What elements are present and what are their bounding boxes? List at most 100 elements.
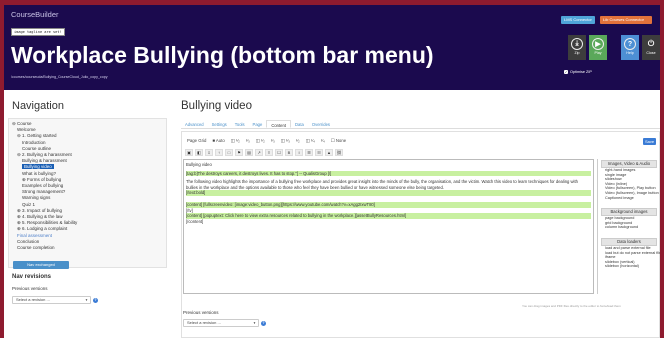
snippet-group-heading: Images, Video & Audio (601, 160, 657, 168)
page-title: Workplace Bullying (bottom bar menu) (11, 42, 434, 68)
tree-item-label: Strong management? (22, 189, 66, 195)
editor-toolbar: ▣ ◧ ⇩ ↑ □ ⚑ ▤ ↗ ≡ ☐ B I ☰ ☷ ▲ ⛓ (185, 149, 343, 156)
toolbar-button[interactable]: ☷ (315, 149, 323, 156)
tree-item-label: Warning signs (22, 195, 51, 201)
snippet-item[interactable]: Captioned image (598, 196, 660, 201)
toolbar-button[interactable]: ◧ (195, 149, 203, 156)
layout-option[interactable]: ¹⁄₃ (246, 138, 250, 144)
course-path[interactable]: /courses/courseuda/Bullying_CourseCloud_… (11, 75, 108, 79)
layout-option[interactable]: ◫ ¹⁄₂ (231, 138, 240, 144)
previous-versions-label: Previous versions (12, 286, 48, 291)
editor-line: Bullying video (186, 162, 212, 167)
tree-item-label: Welcome (17, 127, 36, 133)
tree-item-label: Conclusion (17, 238, 40, 244)
snippet-item[interactable]: column background (598, 225, 660, 230)
navigation-tree[interactable]: ⊖ Course Welcome ⊖ 1. Getting started Intro… (8, 118, 167, 268)
app-frame: CourseBuilder image tagline are set! Wor… (4, 5, 660, 338)
tab-advanced[interactable]: Advanced (181, 120, 208, 128)
tree-item-label: Quiz 1 (22, 201, 36, 207)
help-button[interactable]: ? Help (621, 35, 639, 60)
tree-item-label: Course completion (17, 245, 55, 251)
toolbar-button[interactable]: ⛓ (335, 149, 343, 156)
tree-item[interactable]: Course completion (12, 245, 163, 251)
tab-data[interactable]: Data (291, 120, 308, 128)
layout-option[interactable]: ☐ None (331, 138, 346, 144)
layout-options: Page Grid ■ Auto ◫ ¹⁄₂ ¹⁄₃ ◫ ¹⁄₂ ¹⁄₃ ◫ ¹⁄₃ ¹⁄₂ ◫… (187, 138, 346, 144)
brand-logo: CourseBuilder (11, 10, 59, 19)
snippet-item[interactable]: slidebox (horizontal) (598, 264, 660, 269)
toolbar-button[interactable]: ☐ (275, 149, 283, 156)
tab-tools[interactable]: Tools (231, 120, 249, 128)
tree-item-label: ⊖ 1. Getting started (17, 133, 57, 139)
header: CourseBuilder image tagline are set! Wor… (4, 5, 660, 90)
save-button[interactable]: Save (643, 138, 656, 145)
power-icon: ⏻ (647, 39, 655, 48)
snippet-item[interactable]: Video (fullscreen), Image button (598, 191, 660, 196)
tree-item-label: Final assessment (17, 232, 53, 238)
toolbar-button[interactable]: ≡ (265, 149, 273, 156)
layout-option[interactable]: ◫ ¹⁄₄ (306, 138, 315, 144)
zip-label: Zip (574, 51, 580, 55)
drop-note: You can drag images and PDF files direct… (522, 304, 621, 308)
tree-item-label: Bullying & harassment (22, 158, 67, 164)
toolbar-button[interactable]: □ (225, 149, 233, 156)
tab-settings[interactable]: Settings (208, 120, 231, 128)
previous-versions-label: Previous versions (183, 310, 219, 315)
tree-item-label: ⊕ 6. Lodging a complaint (17, 226, 68, 232)
tab-content[interactable]: Content (266, 120, 291, 128)
toolbar-button[interactable]: ☰ (305, 149, 313, 156)
help-icon[interactable]: ? (93, 298, 98, 303)
layout-option[interactable]: ■ Auto (212, 138, 224, 144)
layout-option[interactable]: ¹⁄₃ (271, 138, 275, 144)
layout-option[interactable]: ◫ ¹⁄₃ (281, 138, 290, 144)
tree-item-label: Examples of bullying (22, 183, 64, 189)
layout-option[interactable]: ◫ ¹⁄₂ (256, 138, 265, 144)
tree-item-label: Bullying video (22, 164, 54, 170)
toolbar-button[interactable]: B (285, 149, 293, 156)
tree-item-label: Introduction (22, 139, 46, 145)
nav-exchanged-button[interactable]: Nav exchanged (13, 261, 69, 269)
lms-connector-button[interactable]: LMS Connector (561, 16, 595, 24)
layout-option[interactable]: ¹⁄₂ (296, 138, 300, 144)
nav-revision-select-value: Select a revision ... (16, 297, 50, 302)
editor-tabs: Advanced Settings Tools Page Content Data Over… (181, 120, 660, 129)
snippets-sidebar: Images, Video & Audio right-hand images si… (597, 159, 660, 294)
tab-overrides[interactable]: Overrides (308, 120, 334, 128)
toolbar-button[interactable]: ▲ (325, 149, 333, 156)
nav-revisions-heading: Nav revisions (12, 274, 52, 280)
checkbox-icon[interactable]: ✓ (564, 70, 568, 74)
toolbar-button[interactable]: ▣ (185, 149, 193, 156)
toolbar-button[interactable]: ⚑ (235, 149, 243, 156)
tree-item-label: ⊖ Course (12, 121, 32, 126)
play-button[interactable]: ▶ Play (589, 35, 607, 60)
section-title: Bullying video (181, 100, 252, 112)
courses-connector-button[interactable]: Lib Courses Connector (600, 16, 652, 24)
toolbar-button[interactable]: ▤ (245, 149, 253, 156)
layout-option[interactable]: Page Grid (187, 138, 206, 144)
editor-line: [/content] (186, 218, 204, 224)
toolbar-button[interactable]: I (295, 149, 303, 156)
toolbar-button[interactable]: ↑ (215, 149, 223, 156)
play-label: Play (594, 51, 602, 55)
close-button[interactable]: ⏻ Close (642, 35, 660, 60)
optimise-zip-toggle[interactable]: ✓ Optimise ZIP (564, 70, 592, 74)
snippet-group-heading: Data loaders (601, 237, 657, 246)
content-editor[interactable]: Bullying video [tag:b]The destroys caree… (183, 159, 594, 294)
layout-option[interactable]: ¹⁄₄ (321, 138, 325, 144)
toolbar-button[interactable]: ↗ (255, 149, 263, 156)
tree-item-label: ⊕ 3. Impact of bullying (17, 207, 63, 213)
content-revision-select-value: Select a revision ... (187, 320, 221, 325)
close-label: Close (646, 51, 656, 55)
help-icon[interactable]: ? (261, 321, 266, 326)
tab-page[interactable]: Page (249, 120, 267, 128)
tree-item-label: What is bullying? (22, 170, 57, 176)
nav-revision-select[interactable]: Select a revision ... ▼ (12, 296, 91, 304)
play-icon: ▶ (592, 38, 604, 50)
tree-item-label: ⊕ 4. Bullying & the law (17, 214, 63, 220)
snippet-group-heading: Background images (601, 208, 657, 217)
tree-item-label: ⊕ 5. Responsibilities & liability (17, 220, 78, 226)
navigation-heading: Navigation (12, 100, 64, 112)
content-revision-select[interactable]: Select a revision ... ▼ (183, 319, 259, 327)
toolbar-button[interactable]: ⇩ (205, 149, 213, 156)
zip-button[interactable]: ⤓ Zip (568, 35, 586, 60)
